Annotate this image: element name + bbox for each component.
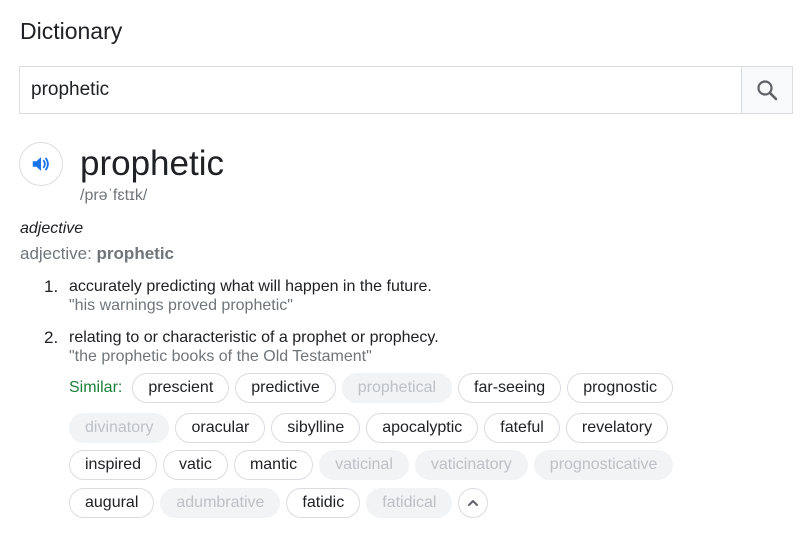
speaker-icon bbox=[32, 157, 49, 171]
similar-chip[interactable]: adumbrative bbox=[160, 488, 281, 518]
definition-text: relating to or characteristic of a proph… bbox=[69, 329, 439, 346]
similar-row-2: divinatory oracular sibylline apocalypti… bbox=[69, 413, 669, 443]
similar-row-4: augural adumbrative fatidic fatidical bbox=[69, 488, 489, 518]
pos-word: prophetic bbox=[96, 244, 174, 263]
similar-chip[interactable]: apocalyptic bbox=[366, 413, 479, 443]
search-box bbox=[19, 66, 793, 114]
similar-chip[interactable]: prognosticative bbox=[533, 450, 674, 480]
similar-chip[interactable]: augural bbox=[69, 488, 155, 518]
similar-chip[interactable]: fatidic bbox=[286, 488, 361, 518]
similar-chip[interactable]: vaticinal bbox=[319, 450, 409, 480]
phonetic-spelling: /prəˈfɛtɪk/ bbox=[80, 187, 148, 204]
similar-chip[interactable]: sibylline bbox=[271, 413, 361, 443]
definition-example: "his warnings proved prophetic" bbox=[69, 297, 293, 314]
similar-chip[interactable]: divinatory bbox=[69, 413, 170, 443]
similar-chip[interactable]: predictive bbox=[235, 373, 336, 403]
similar-chip[interactable]: vaticinatory bbox=[414, 450, 528, 480]
headword: prophetic bbox=[80, 144, 224, 183]
definition-number: 1. bbox=[44, 277, 59, 296]
pos-word-line: adjective: prophetic bbox=[20, 244, 174, 264]
pos-prefix: adjective: bbox=[20, 244, 97, 263]
collapse-similar-button[interactable] bbox=[458, 488, 489, 518]
similar-row-1: Similar: prescient predictive prophetica… bbox=[69, 373, 674, 403]
page-title: Dictionary bbox=[20, 18, 123, 44]
pronunciation-button[interactable] bbox=[19, 142, 63, 186]
similar-label: Similar: bbox=[69, 379, 123, 396]
part-of-speech: adjective bbox=[20, 220, 84, 237]
search-input[interactable] bbox=[20, 67, 741, 113]
similar-chip[interactable]: mantic bbox=[233, 450, 314, 480]
definition-number: 2. bbox=[44, 328, 59, 347]
similar-chip[interactable]: vatic bbox=[163, 450, 228, 480]
definition-example: "the prophetic books of the Old Testamen… bbox=[69, 348, 372, 365]
similar-chip[interactable]: revelatory bbox=[565, 413, 669, 443]
similar-row-3: inspired vatic mantic vaticinal vaticina… bbox=[69, 450, 674, 480]
similar-chip[interactable]: prognostic bbox=[567, 373, 674, 403]
search-icon bbox=[757, 80, 778, 101]
similar-chip[interactable]: prophetical bbox=[341, 373, 453, 403]
chevron-up-icon bbox=[468, 500, 479, 506]
definition-text: accurately predicting what will happen i… bbox=[69, 278, 432, 295]
similar-chip[interactable]: inspired bbox=[69, 450, 158, 480]
similar-chip[interactable]: far-seeing bbox=[458, 373, 562, 403]
search-button[interactable] bbox=[741, 67, 792, 113]
similar-chip[interactable]: fateful bbox=[484, 413, 560, 443]
similar-chip[interactable]: oracular bbox=[175, 413, 266, 443]
dictionary-panel: Dictionary prophetic /prəˈfɛtɪk/ adjecti… bbox=[0, 0, 806, 540]
similar-chip[interactable]: fatidical bbox=[366, 488, 453, 518]
similar-chip[interactable]: prescient bbox=[132, 373, 230, 403]
